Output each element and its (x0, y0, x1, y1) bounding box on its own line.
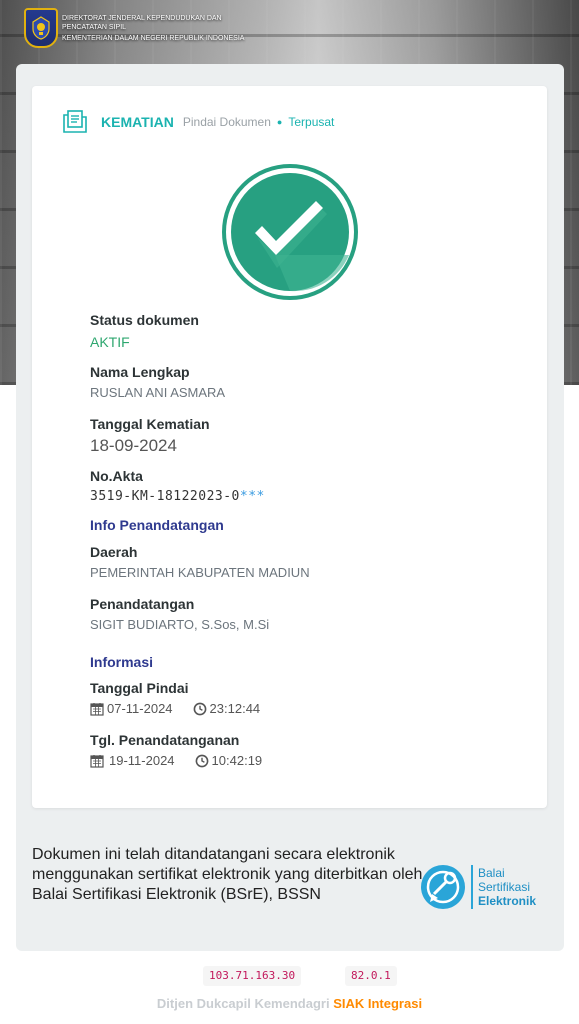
agency-name: DIREKTORAT JENDERAL KEPENDUDUKAN DAN PEN… (62, 14, 244, 43)
signing-date-label: Tgl. Penandatanganan (90, 732, 240, 748)
emblem-icon (24, 8, 58, 48)
region-label: Daerah (90, 544, 138, 560)
bsre-line-2: Sertifikasi (478, 880, 531, 894)
clock-icon (195, 754, 208, 767)
calendar-icon (90, 754, 104, 768)
signing-date-value: 19-11-2024 (109, 753, 175, 768)
agency-line-1: DIREKTORAT JENDERAL KEPENDUDUKAN DAN (62, 15, 222, 22)
region-value: PEMERINTAH KABUPATEN MADIUN (90, 565, 310, 580)
scan-time-value: 23:12:44 (209, 701, 261, 716)
scan-document-label: Pindai Dokumen (182, 115, 271, 129)
document-type-title: KEMATIAN (101, 114, 174, 130)
central-label: Terpusat (288, 115, 335, 129)
calendar-icon (90, 702, 104, 716)
bsre-line-3: Elektronik (478, 894, 537, 908)
bsre-divider (471, 865, 473, 909)
signing-time-value: 10:42:19 (211, 753, 263, 768)
akta-mask: *** (239, 489, 265, 504)
credits: Ditjen Dukcapil Kemendagri SIAK Integras… (0, 996, 579, 1011)
name-label: Nama Lengkap (90, 364, 190, 380)
information-heading: Informasi (90, 654, 154, 670)
status-label: Status dokumen (90, 312, 199, 328)
bsre-logo-icon (421, 865, 465, 909)
scan-datetime: 07-11-2024 23:12:44 (90, 701, 260, 716)
separator-dot: ● (276, 117, 283, 127)
credit-dukcapil: Ditjen Dukcapil Kemendagri (156, 996, 330, 1011)
scan-date-label: Tanggal Pindai (90, 680, 189, 696)
signing-datetime: 19-11-2024 10:42:19 (90, 753, 262, 768)
ip-address: 103.71.163.30 (203, 966, 302, 986)
document-card: KEMATIAN Pindai Dokumen ● Terpusat Statu… (32, 86, 547, 808)
akta-label: No.Akta (90, 468, 143, 484)
death-date-label: Tanggal Kematian (90, 416, 210, 432)
agency-header: DIREKTORAT JENDERAL KEPENDUDUKAN DAN PEN… (24, 8, 244, 48)
card-title-row: KEMATIAN Pindai Dokumen ● Terpusat (61, 108, 334, 136)
version-code: 82.0.1 (345, 966, 397, 986)
agency-line-2: PENCATATAN SIPIL (62, 24, 127, 31)
agency-line-3: KEMENTERIAN DALAM NEGERI REPUBLIK INDONE… (62, 35, 245, 42)
status-value: AKTIF (90, 334, 130, 350)
document-icon (63, 110, 87, 133)
bsre-logo: Balai Sertifikasi Elektronik (420, 864, 536, 910)
signing-info-heading: Info Penandatangan (90, 517, 224, 533)
signer-value: SIGIT BUDIARTO, S.Sos, M.Si (90, 617, 270, 632)
signer-label: Penandatangan (90, 596, 195, 612)
name-value: RUSLAN ANI ASMARA (90, 385, 226, 400)
scan-date-value: 07-11-2024 (107, 701, 173, 716)
akta-number: 3519-KM-18122023-0*** (90, 489, 265, 504)
credit-siak: SIAK Integrasi (333, 996, 423, 1011)
death-date-value: 18-09-2024 (90, 436, 177, 455)
clock-icon (193, 702, 206, 715)
check-icon (222, 164, 358, 300)
esignature-statement: Dokumen ini telah ditandatangani secara … (32, 846, 423, 903)
akta-value: 3519-KM-18122023-0 (90, 489, 240, 504)
bsre-line-1: Balai (478, 866, 505, 880)
bsre-wordmark: Balai Sertifikasi Elektronik (478, 866, 536, 908)
